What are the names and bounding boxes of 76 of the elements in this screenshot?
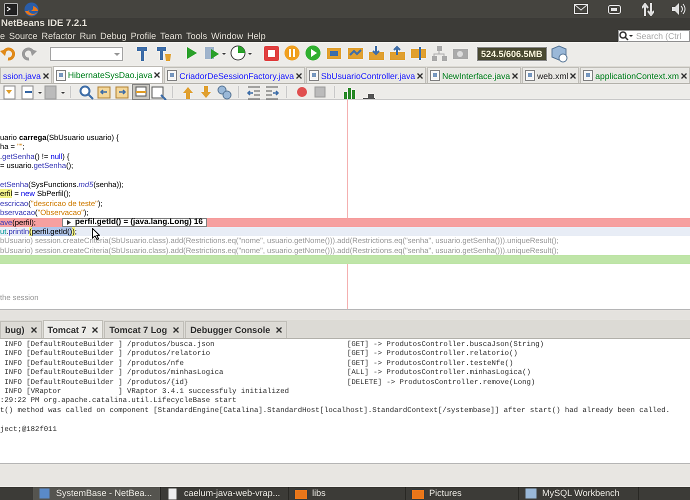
close-icon[interactable] bbox=[92, 326, 98, 332]
bookmark-toggle-icon[interactable] bbox=[216, 84, 234, 100]
file-icon bbox=[430, 70, 440, 81]
menu-item[interactable]: Window bbox=[211, 30, 246, 40]
editor-tab[interactable]: NewInterface.java bbox=[427, 67, 522, 83]
stop-icon[interactable] bbox=[263, 45, 281, 63]
close-icon[interactable] bbox=[417, 72, 424, 78]
history-forward-icon[interactable] bbox=[43, 84, 66, 100]
gauge-icon[interactable] bbox=[230, 45, 253, 63]
close-icon[interactable] bbox=[30, 327, 36, 333]
editor-tab[interactable]: applicationContext.xm bbox=[580, 67, 690, 83]
battery-icon[interactable] bbox=[608, 4, 622, 14]
taskbar-button[interactable]: caelum-java-web-vrap... bbox=[161, 487, 290, 500]
editor-tab[interactable]: HibernateSysDao.java bbox=[52, 66, 164, 83]
close-icon[interactable] bbox=[570, 72, 576, 78]
close-icon[interactable] bbox=[512, 72, 518, 78]
file-icon bbox=[309, 70, 320, 81]
menu-item[interactable]: Tools bbox=[186, 30, 210, 40]
menu-item[interactable]: Team bbox=[160, 30, 184, 40]
menu-item[interactable]: Help bbox=[247, 30, 268, 40]
close-icon[interactable] bbox=[154, 72, 160, 78]
close-icon[interactable] bbox=[296, 72, 302, 78]
taskbar-button[interactable]: SystemBase - NetBea... bbox=[33, 487, 162, 500]
file-icon bbox=[525, 70, 536, 81]
step-out-icon[interactable] bbox=[389, 45, 407, 63]
value-tooltip: perfil.getId() = (java.lang.Long) 16 bbox=[62, 218, 207, 227]
file-icon bbox=[56, 70, 66, 80]
search-icon[interactable] bbox=[619, 30, 634, 40]
close-icon[interactable] bbox=[42, 72, 49, 78]
close-icon[interactable] bbox=[173, 327, 180, 333]
memory-meter[interactable]: 524.5/606.5MB bbox=[477, 47, 547, 61]
output-tab[interactable]: Tomcat 7 bbox=[42, 320, 104, 338]
menu-item[interactable]: Run bbox=[80, 30, 98, 40]
configuration-dropdown[interactable] bbox=[50, 47, 123, 61]
selection-icon[interactable] bbox=[150, 84, 168, 100]
output-tab[interactable]: bug) bbox=[0, 321, 42, 338]
editor-tab[interactable]: SbUsuarioController.java bbox=[306, 67, 426, 83]
mail-icon[interactable] bbox=[574, 4, 588, 14]
file-icon bbox=[583, 70, 594, 81]
menu-item[interactable]: e bbox=[0, 30, 8, 40]
taskbar-button[interactable]: libs bbox=[289, 487, 406, 500]
undo-icon[interactable] bbox=[0, 45, 18, 63]
terminal-icon[interactable] bbox=[4, 2, 18, 16]
menu-item[interactable]: Debug bbox=[100, 30, 129, 40]
find-icon[interactable] bbox=[78, 84, 96, 100]
search-field[interactable]: Search (Ctrl bbox=[618, 30, 690, 42]
shift-right-icon[interactable] bbox=[264, 84, 282, 100]
volume-icon[interactable] bbox=[672, 3, 686, 15]
document-icon bbox=[167, 488, 180, 500]
step-into-icon[interactable] bbox=[368, 45, 386, 63]
menu-item[interactable]: Refactor bbox=[42, 30, 78, 40]
window-title: NetBeans IDE 7.2.1 bbox=[1, 18, 88, 29]
output-tab[interactable]: Tomcat 7 Log bbox=[104, 321, 184, 338]
resume-icon[interactable] bbox=[305, 45, 323, 63]
editor-tab[interactable]: web.xml bbox=[522, 67, 580, 83]
editor-tab[interactable]: CriadorDeSessionFactory.java bbox=[164, 67, 306, 83]
taskbar-button[interactable]: Pictures bbox=[406, 487, 520, 500]
editor-tab[interactable]: ssion.java bbox=[0, 67, 52, 83]
menu-item[interactable]: Source bbox=[9, 30, 40, 40]
highlight-toggle-icon[interactable] bbox=[132, 84, 150, 100]
history-back-icon[interactable] bbox=[20, 84, 43, 100]
cube-icon[interactable] bbox=[550, 45, 568, 63]
folder-icon bbox=[412, 488, 424, 500]
output-tab[interactable]: Debugger Console bbox=[185, 321, 288, 338]
network-icon[interactable] bbox=[642, 2, 654, 16]
run-to-cursor-icon[interactable] bbox=[410, 45, 428, 63]
browser-icon[interactable] bbox=[24, 2, 39, 16]
file-icon bbox=[167, 70, 178, 81]
close-icon[interactable] bbox=[276, 327, 282, 333]
menu-item[interactable]: Profile bbox=[130, 30, 158, 40]
expand-icon[interactable] bbox=[66, 218, 72, 226]
hammer-broom-icon[interactable] bbox=[155, 45, 173, 63]
taskbar-button[interactable]: MySQL Workbench bbox=[519, 487, 640, 500]
close-icon[interactable] bbox=[680, 72, 687, 78]
redo-icon[interactable] bbox=[21, 45, 39, 63]
folder-icon bbox=[295, 488, 308, 500]
